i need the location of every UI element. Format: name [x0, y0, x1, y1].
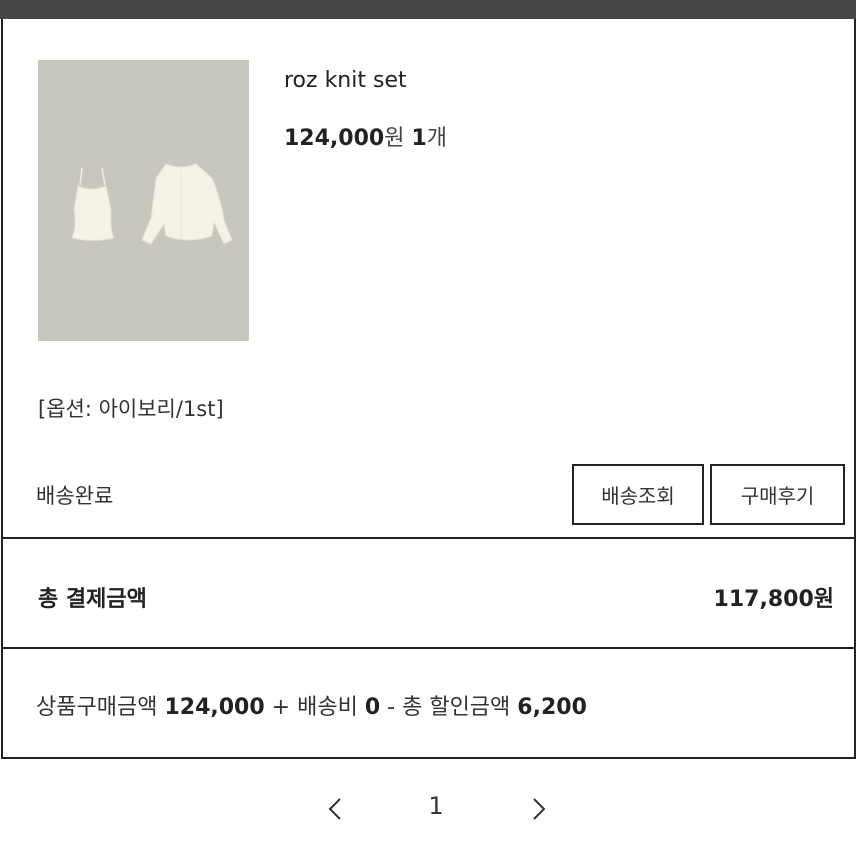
- product-amount-value: 124,000: [164, 695, 265, 720]
- minus-sign: -: [387, 695, 396, 720]
- total-payment-label: 총 결제금액: [38, 587, 147, 612]
- camisole-image: [71, 167, 115, 241]
- product-price: 124,000: [284, 126, 385, 151]
- discount-label: 총 할인금액: [402, 695, 511, 720]
- product-amount-label: 상품구매금액: [36, 695, 158, 720]
- shipping-fee-label: 배송비: [297, 695, 358, 720]
- product-thumbnail[interactable]: [38, 60, 249, 341]
- page-number-current[interactable]: 1: [420, 792, 452, 820]
- discount-value: 6,200: [517, 695, 587, 720]
- divider: [3, 647, 854, 649]
- shipping-fee-value: 0: [364, 695, 381, 720]
- cardigan-image: [141, 163, 233, 245]
- payment-breakdown: 상품구매금액 124,000 + 배송비 0 - 총 할인금액 6,200: [36, 689, 587, 721]
- product-name[interactable]: roz knit set: [284, 68, 407, 93]
- product-quantity: 1: [411, 126, 427, 151]
- chevron-right-icon[interactable]: [526, 794, 550, 824]
- track-delivery-button[interactable]: 배송조회: [572, 464, 704, 525]
- chevron-left-icon[interactable]: [324, 794, 348, 824]
- write-review-button[interactable]: 구매후기: [710, 464, 845, 525]
- product-option: [옵션: 아이보리/1st]: [38, 397, 224, 421]
- top-bar: [0, 0, 856, 19]
- order-card: roz knit set 124,000원 1개 [옵션: 아이보리/1st] …: [1, 19, 856, 759]
- quantity-unit: 개: [426, 126, 448, 151]
- price-quantity: 124,000원 1개: [284, 120, 447, 152]
- total-payment-value: 117,800원: [713, 587, 834, 612]
- delivery-status: 배송완료: [36, 484, 114, 508]
- divider: [3, 537, 854, 539]
- price-unit: 원: [384, 126, 405, 151]
- pagination: 1: [0, 780, 856, 840]
- plus-sign: +: [271, 695, 291, 720]
